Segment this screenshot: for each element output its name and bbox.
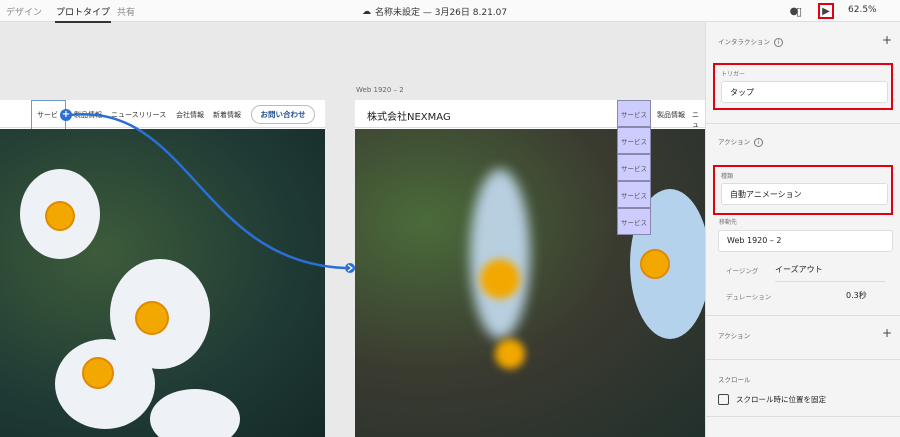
- play-icon[interactable]: ▶: [818, 3, 834, 19]
- easing-select[interactable]: イーズアウト: [775, 264, 885, 282]
- zoom-level[interactable]: 62.5%: [848, 5, 877, 15]
- interaction-heading: インタラクション i: [718, 36, 783, 47]
- fix-position-checkbox[interactable]: [718, 394, 729, 405]
- tab-share[interactable]: 共有: [117, 5, 135, 18]
- fix-position-label[interactable]: スクロール時に位置を固定: [736, 394, 826, 405]
- trigger-select[interactable]: タップ: [721, 81, 888, 103]
- easing-label: イージング: [726, 267, 759, 275]
- canvas: サービ 製品情報 ニュースリリース 会社情報 新着情報 お問い合わせ + Web…: [0, 22, 705, 437]
- destination-select[interactable]: Web 1920 – 2: [718, 230, 893, 252]
- action-heading-2: アクション: [718, 332, 751, 340]
- tab-prototype[interactable]: プロトタイプ: [54, 5, 112, 23]
- duration-input[interactable]: 0.3秒: [846, 290, 867, 301]
- type-label: 種類: [721, 173, 734, 180]
- tab-design[interactable]: デザイン: [6, 5, 42, 18]
- info-icon[interactable]: i: [754, 137, 764, 147]
- add-action-icon[interactable]: +: [882, 326, 892, 340]
- info-icon[interactable]: i: [774, 37, 783, 47]
- type-select[interactable]: 自動アニメーション: [721, 183, 888, 205]
- device-icon[interactable]: ▯: [791, 3, 807, 19]
- property-inspector: インタラクション i + トリガー タップ アクション i 種類 自動アニメーション…: [705, 22, 900, 437]
- duration-label: デュレーション: [726, 293, 772, 301]
- type-group: 種類 自動アニメーション: [713, 165, 893, 215]
- scroll-heading: スクロール: [718, 376, 751, 384]
- cloud-icon: ☁: [362, 6, 371, 17]
- trigger-label: トリガー: [721, 71, 746, 78]
- add-interaction-icon[interactable]: +: [882, 33, 892, 47]
- action-heading: アクション i: [718, 136, 764, 147]
- document-title: ☁ 名称未設定 — 3月26日 8.21.07: [362, 6, 508, 19]
- destination-label: 移動先: [719, 219, 738, 226]
- trigger-group: トリガー タップ: [713, 63, 893, 110]
- interaction-wire: [69, 113, 355, 273]
- top-bar: デザイン プロトタイプ 共有 ☁ 名称未設定 — 3月26日 8.21.07 ● …: [0, 0, 900, 23]
